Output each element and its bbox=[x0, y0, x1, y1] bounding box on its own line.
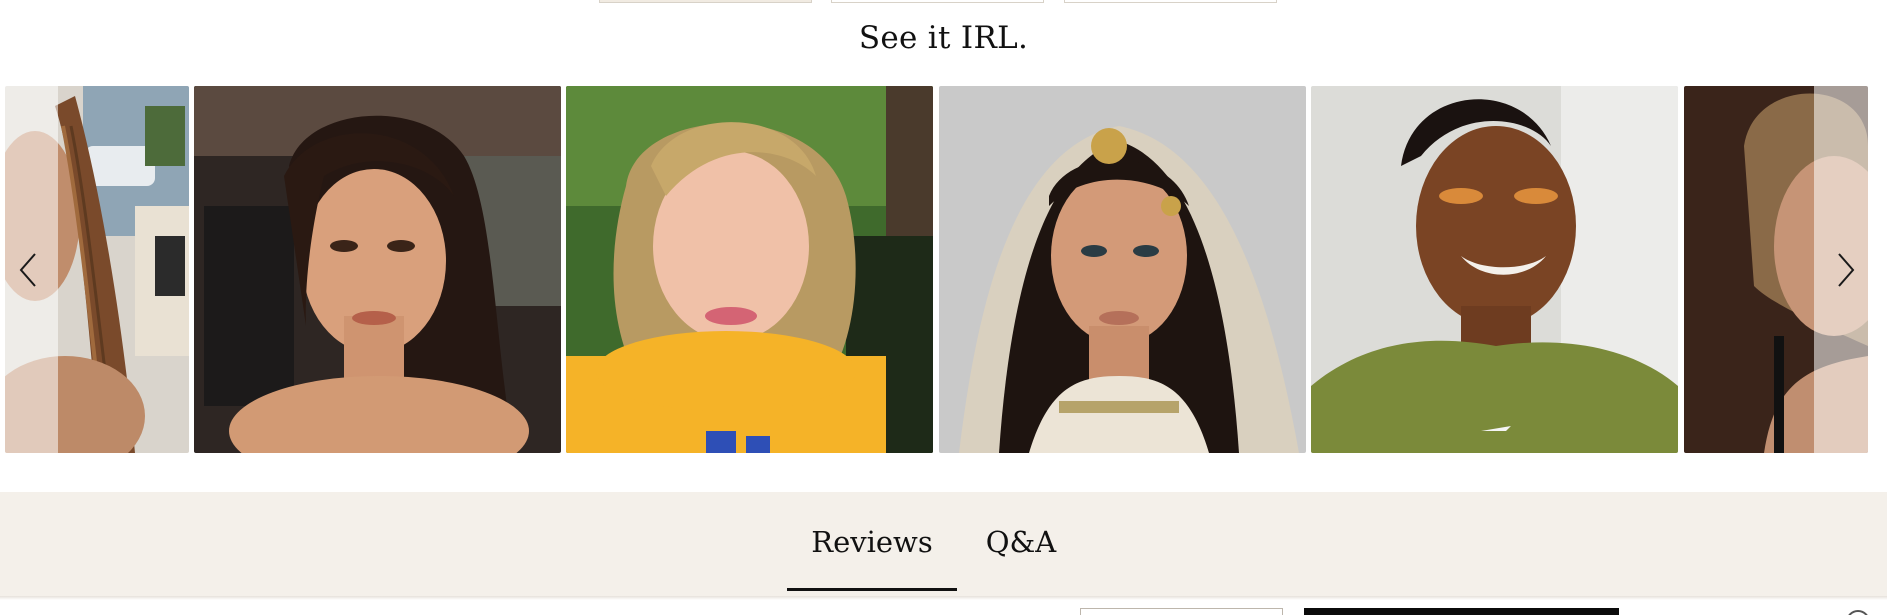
ugc-carousel[interactable] bbox=[0, 86, 1887, 454]
option-box-selected[interactable] bbox=[599, 0, 812, 3]
section-title: See it IRL. bbox=[858, 20, 1029, 56]
carousel-next-button[interactable] bbox=[1826, 248, 1866, 292]
page: See it IRL. Reviews Q&A bbox=[0, 0, 1887, 615]
help-icon[interactable] bbox=[1846, 610, 1870, 615]
tab-qa[interactable]: Q&A bbox=[978, 520, 1064, 564]
top-option-row bbox=[0, 0, 1887, 4]
active-tab-underline bbox=[787, 588, 957, 591]
ugc-photo-bronze-glam[interactable] bbox=[194, 86, 561, 453]
write-review-button[interactable] bbox=[1304, 608, 1619, 615]
carousel-prev-button[interactable] bbox=[8, 248, 48, 292]
chevron-left-icon bbox=[19, 253, 36, 287]
sort-select[interactable] bbox=[1080, 608, 1283, 615]
tab-list: Reviews Q&A bbox=[0, 520, 1887, 591]
tab-reviews[interactable]: Reviews bbox=[787, 520, 957, 564]
ugc-photo-smile-green-top[interactable] bbox=[1311, 86, 1678, 453]
option-box[interactable] bbox=[1064, 0, 1277, 3]
reviews-qa-band: Reviews Q&A bbox=[0, 492, 1887, 596]
ugc-photo-bridal[interactable] bbox=[939, 86, 1306, 453]
chevron-right-icon bbox=[1838, 253, 1855, 287]
ugc-photo-curly-blonde[interactable] bbox=[566, 86, 933, 453]
divider-shadow bbox=[0, 596, 1887, 600]
option-box[interactable] bbox=[831, 0, 1044, 3]
